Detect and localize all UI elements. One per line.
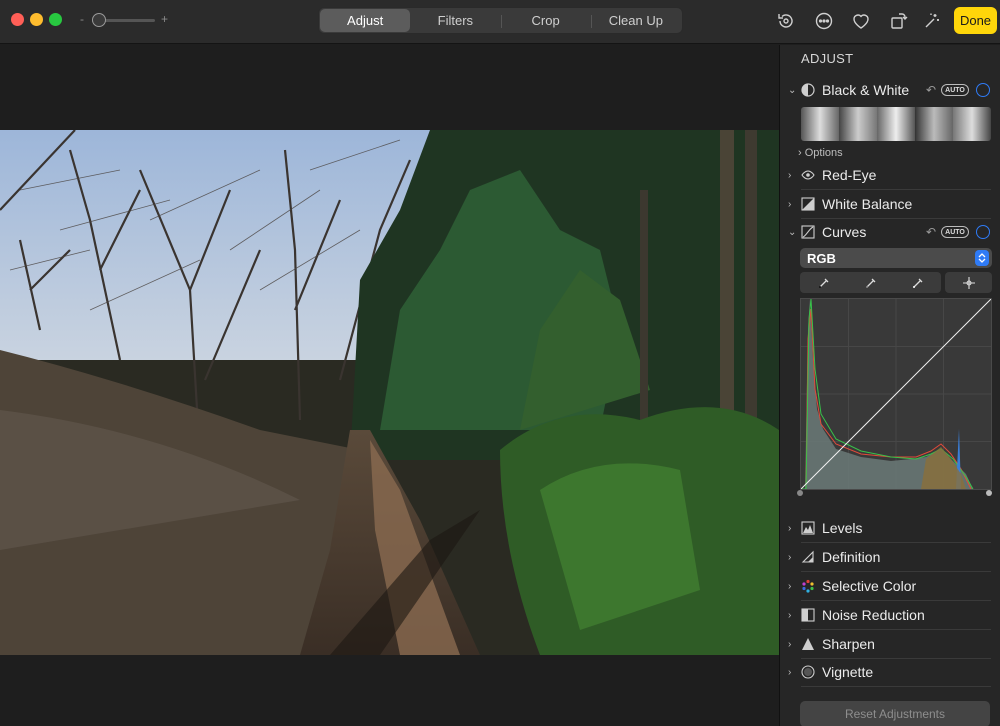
sharpen-label: Sharpen [822, 636, 875, 652]
auto-button[interactable]: AUTO [941, 84, 969, 96]
tab-crop[interactable]: Crop [500, 9, 591, 32]
levels-label: Levels [822, 520, 863, 536]
white-point-eyedropper-icon[interactable] [894, 272, 941, 293]
toggle-black-white[interactable] [976, 83, 990, 97]
photo-image[interactable] [0, 130, 779, 655]
section-white-balance[interactable]: › White Balance [780, 190, 1000, 218]
section-red-eye[interactable]: › Red-Eye [780, 161, 1000, 189]
section-vignette[interactable]: › Vignette [780, 658, 1000, 686]
undo-icon[interactable]: ↶ [926, 225, 936, 239]
reset-adjustments-button[interactable]: Reset Adjustments [800, 701, 990, 726]
black-white-options[interactable]: › Options [798, 147, 843, 159]
definition-label: Definition [822, 549, 881, 565]
minimize-window-button[interactable] [30, 13, 43, 26]
red-eye-icon [801, 170, 815, 180]
chevron-right-icon[interactable]: › [788, 667, 791, 678]
magic-wand-icon[interactable] [921, 10, 943, 32]
section-curves[interactable]: ⌄ Curves ↶ AUTO [780, 218, 1000, 246]
levels-icon [801, 521, 815, 535]
chevron-right-icon[interactable]: › [788, 552, 791, 563]
black-point-handle[interactable] [797, 490, 803, 496]
section-definition[interactable]: › Definition [780, 543, 1000, 571]
adjust-sidebar: ADJUST ⌄ Black & White ↶ AUTO › Options … [779, 45, 1000, 726]
channel-value: RGB [807, 250, 836, 266]
rotate-icon[interactable] [887, 10, 909, 32]
rotate-edit-icon[interactable] [775, 10, 797, 32]
edit-mode-tabs: Adjust Filters Crop Clean Up [318, 7, 683, 34]
zoom-slider-knob[interactable] [92, 13, 106, 27]
chevron-right-icon[interactable]: › [788, 581, 791, 592]
zoom-in-label: + [161, 12, 169, 26]
black-white-presets[interactable] [801, 107, 991, 141]
white-balance-icon [801, 197, 815, 211]
toggle-curves[interactable] [976, 225, 990, 239]
noise-reduction-label: Noise Reduction [822, 607, 925, 623]
black-white-label: Black & White [822, 82, 910, 98]
vignette-label: Vignette [822, 664, 874, 680]
more-icon[interactable] [813, 10, 835, 32]
undo-icon[interactable]: ↶ [926, 83, 936, 97]
selective-color-icon [802, 579, 814, 593]
black-point-eyedropper-icon[interactable] [800, 272, 847, 293]
zoom-window-button[interactable] [49, 13, 62, 26]
chevron-right-icon[interactable]: › [788, 170, 791, 181]
white-balance-label: White Balance [822, 196, 913, 212]
tab-filters[interactable]: Filters [410, 9, 500, 32]
section-noise-reduction[interactable]: › Noise Reduction [780, 601, 1000, 629]
curves-histogram[interactable] [800, 298, 992, 490]
section-levels[interactable]: › Levels [780, 514, 1000, 542]
heart-icon[interactable] [850, 10, 872, 32]
add-point-crosshair-icon[interactable] [945, 272, 992, 293]
options-label: Options [804, 147, 843, 159]
section-black-white[interactable]: ⌄ Black & White ↶ AUTO [780, 76, 1000, 104]
black-white-icon [801, 83, 815, 97]
vignette-icon [801, 665, 815, 679]
chevron-updown-icon[interactable] [975, 250, 989, 266]
tab-adjust[interactable]: Adjust [320, 9, 411, 32]
chevron-down-icon[interactable]: ⌄ [788, 85, 796, 96]
section-sharpen[interactable]: › Sharpen [780, 630, 1000, 658]
auto-button[interactable]: AUTO [941, 226, 969, 238]
photo-canvas [0, 45, 779, 726]
gray-point-eyedropper-icon[interactable] [847, 272, 894, 293]
definition-icon [801, 550, 814, 563]
selective-color-label: Selective Color [822, 578, 917, 594]
chevron-down-icon[interactable]: ⌄ [788, 227, 796, 238]
noise-reduction-icon [801, 608, 815, 622]
red-eye-label: Red-Eye [822, 167, 877, 183]
close-window-button[interactable] [11, 13, 24, 26]
tab-clean-up[interactable]: Clean Up [590, 9, 681, 32]
toolbar: - + Adjust Filters Crop Clean Up Done [0, 0, 1000, 44]
channel-select[interactable]: RGB [800, 248, 992, 268]
chevron-right-icon[interactable]: › [788, 523, 791, 534]
divider [801, 686, 991, 687]
zoom-out-label: - [80, 12, 84, 26]
sidebar-heading: ADJUST [801, 51, 854, 66]
curves-icon [801, 225, 815, 239]
chevron-right-icon[interactable]: › [788, 639, 791, 650]
done-button[interactable]: Done [954, 7, 997, 34]
section-selective-color[interactable]: › Selective Color [780, 572, 1000, 600]
curves-label: Curves [822, 224, 867, 240]
chevron-right-icon[interactable]: › [788, 199, 791, 210]
white-point-handle[interactable] [986, 490, 992, 496]
sharpen-icon [802, 638, 814, 650]
curve-pickers [800, 272, 992, 293]
chevron-right-icon[interactable]: › [788, 610, 791, 621]
